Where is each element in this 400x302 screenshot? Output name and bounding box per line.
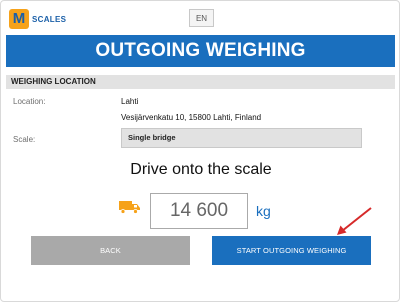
truck-icon: [119, 201, 140, 214]
start-outgoing-weighing-button[interactable]: START OUTGOING WEIGHING: [212, 236, 371, 265]
location-name: Lahti: [121, 97, 139, 106]
section-header-location: WEIGHING LOCATION: [6, 75, 395, 89]
logo-mark-icon: [9, 9, 29, 29]
scale-label: Scale:: [13, 135, 36, 144]
scale-selector[interactable]: Single bridge: [121, 128, 362, 148]
annotation-arrow-icon: [337, 207, 372, 235]
instruction-text: Drive onto the scale: [130, 161, 272, 178]
location-address: Vesijärvenkatu 10, 15800 Lahti, Finland: [121, 113, 262, 122]
back-button[interactable]: BACK: [31, 236, 190, 265]
page-title: OUTGOING WEIGHING: [6, 35, 395, 67]
logo-wordmark: SCALES: [32, 14, 67, 24]
logo: SCALES: [9, 9, 66, 29]
app-window: SCALES EN OUTGOING WEIGHING WEIGHING LOC…: [0, 0, 400, 302]
weight-display: 14 600: [150, 193, 248, 229]
location-label: Location:: [13, 97, 46, 106]
language-selector[interactable]: EN: [189, 9, 214, 27]
weight-unit: kg: [256, 203, 271, 219]
